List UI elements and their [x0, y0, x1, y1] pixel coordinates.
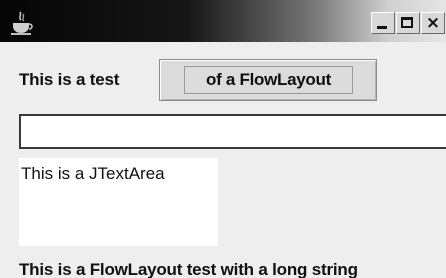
- application-window: × This is a test of a FlowLayout This is…: [0, 0, 446, 278]
- minimize-icon: [377, 26, 387, 29]
- close-icon: ×: [425, 13, 441, 33]
- close-button[interactable]: ×: [421, 12, 445, 34]
- java-duke-icon: [11, 11, 33, 35]
- test-label: This is a test: [19, 70, 120, 89]
- text-field[interactable]: [19, 114, 446, 149]
- flowlayout-button-label: of a FlowLayout: [184, 66, 353, 94]
- maximize-icon: [401, 17, 413, 28]
- title-bar[interactable]: ×: [0, 0, 446, 42]
- long-string-label: This is a FlowLayout test with a long st…: [19, 260, 358, 278]
- text-area[interactable]: This is a JTextArea: [19, 158, 218, 246]
- maximize-button[interactable]: [396, 12, 420, 34]
- flowlayout-button[interactable]: of a FlowLayout: [159, 59, 377, 101]
- minimize-button[interactable]: [371, 12, 395, 34]
